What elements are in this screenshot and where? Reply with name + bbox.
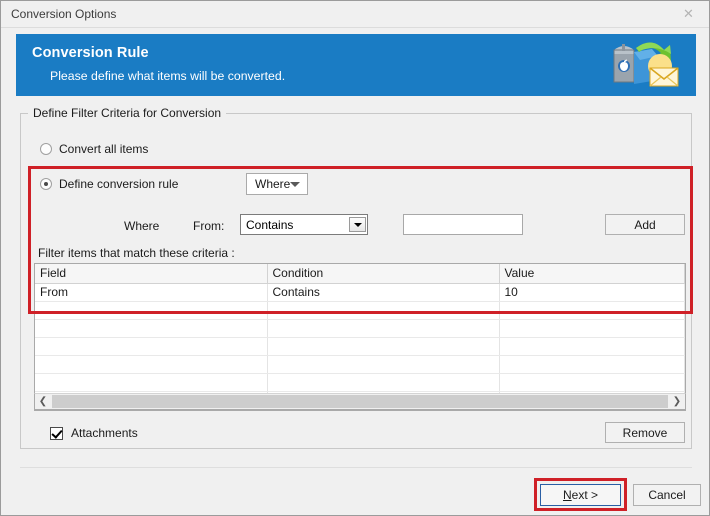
table-row[interactable] xyxy=(35,319,685,338)
header-banner: Conversion Rule Please define what items… xyxy=(16,34,696,96)
condition-dropdown-value: Contains xyxy=(246,217,294,232)
window-title: Conversion Options xyxy=(11,7,117,21)
table-horizontal-scrollbar[interactable]: ❮ ❯ xyxy=(34,393,686,410)
criteria-value-input[interactable] xyxy=(403,214,523,235)
chevron-down-icon xyxy=(290,181,301,187)
cell-field xyxy=(35,337,268,356)
cell-field xyxy=(35,319,268,338)
column-header-value[interactable]: Value xyxy=(499,264,685,284)
chevron-left-icon[interactable]: ❮ xyxy=(35,394,51,409)
criteria-table-caption: Filter items that match these criteria : xyxy=(38,246,235,260)
radio-define-conversion-rule[interactable]: Define conversion rule xyxy=(40,177,178,191)
cell-value xyxy=(499,337,685,356)
checkbox-indicator-attachments[interactable] xyxy=(50,426,63,440)
cell-field xyxy=(35,373,268,392)
radio-label-convert-all: Convert all items xyxy=(59,142,149,156)
cell-condition xyxy=(267,373,500,392)
cell-value xyxy=(499,319,685,338)
cell-condition xyxy=(267,355,500,374)
criteria-table[interactable]: Field Condition Value From Contains 10 xyxy=(34,263,686,411)
scrollbar-thumb[interactable] xyxy=(52,395,668,408)
next-button-accelerator: N xyxy=(562,488,572,502)
chevron-right-icon[interactable]: ❯ xyxy=(669,394,685,409)
title-bar: Conversion Options ✕ xyxy=(1,1,709,28)
attachments-label: Attachments xyxy=(71,426,138,440)
attachments-checkbox[interactable]: Attachments xyxy=(50,426,138,440)
radio-indicator-define-rule[interactable] xyxy=(40,178,52,190)
condition-dropdown[interactable]: Contains xyxy=(240,214,368,235)
radio-label-define-rule: Define conversion rule xyxy=(59,177,179,191)
cell-field xyxy=(35,301,268,320)
table-row[interactable]: From Contains 10 xyxy=(35,283,685,302)
scope-dropdown[interactable]: Where xyxy=(246,173,308,195)
cancel-button[interactable]: Cancel xyxy=(633,484,701,506)
chevron-down-icon[interactable] xyxy=(349,217,366,232)
cell-condition xyxy=(267,319,500,338)
table-row[interactable] xyxy=(35,355,685,374)
conversion-options-dialog: Conversion Options ✕ Conversion Rule Ple… xyxy=(0,0,710,516)
footer-separator xyxy=(20,467,692,468)
cell-condition xyxy=(267,337,500,356)
mailbox-convert-to-mail-icon xyxy=(613,42,679,87)
cell-value xyxy=(499,373,685,392)
close-icon[interactable]: ✕ xyxy=(666,1,709,27)
table-header-row: Field Condition Value xyxy=(35,264,685,284)
table-row[interactable] xyxy=(35,337,685,356)
cell-field: From xyxy=(35,283,268,302)
cell-condition: Contains xyxy=(267,283,500,302)
cell-field xyxy=(35,355,268,374)
next-button[interactable]: Next > xyxy=(540,484,621,506)
remove-button[interactable]: Remove xyxy=(605,422,685,443)
radio-convert-all-items[interactable]: Convert all items xyxy=(40,142,148,156)
groupbox-legend: Define Filter Criteria for Conversion xyxy=(28,106,227,120)
cell-value xyxy=(499,355,685,374)
table-row[interactable] xyxy=(35,301,685,320)
where-label: Where xyxy=(124,219,160,233)
add-button[interactable]: Add xyxy=(605,214,685,235)
from-label: From: xyxy=(193,219,225,233)
radio-indicator-convert-all[interactable] xyxy=(40,143,52,155)
cell-value xyxy=(499,301,685,320)
cell-condition xyxy=(267,301,500,320)
next-button-label: ext > xyxy=(571,488,599,502)
scope-dropdown-value: Where xyxy=(255,177,291,191)
banner-subtitle: Please define what items will be convert… xyxy=(50,69,286,83)
cell-value: 10 xyxy=(499,283,685,302)
column-header-condition[interactable]: Condition xyxy=(267,264,500,284)
column-header-field[interactable]: Field xyxy=(35,264,268,284)
banner-title: Conversion Rule xyxy=(32,45,149,61)
table-row[interactable] xyxy=(35,373,685,392)
